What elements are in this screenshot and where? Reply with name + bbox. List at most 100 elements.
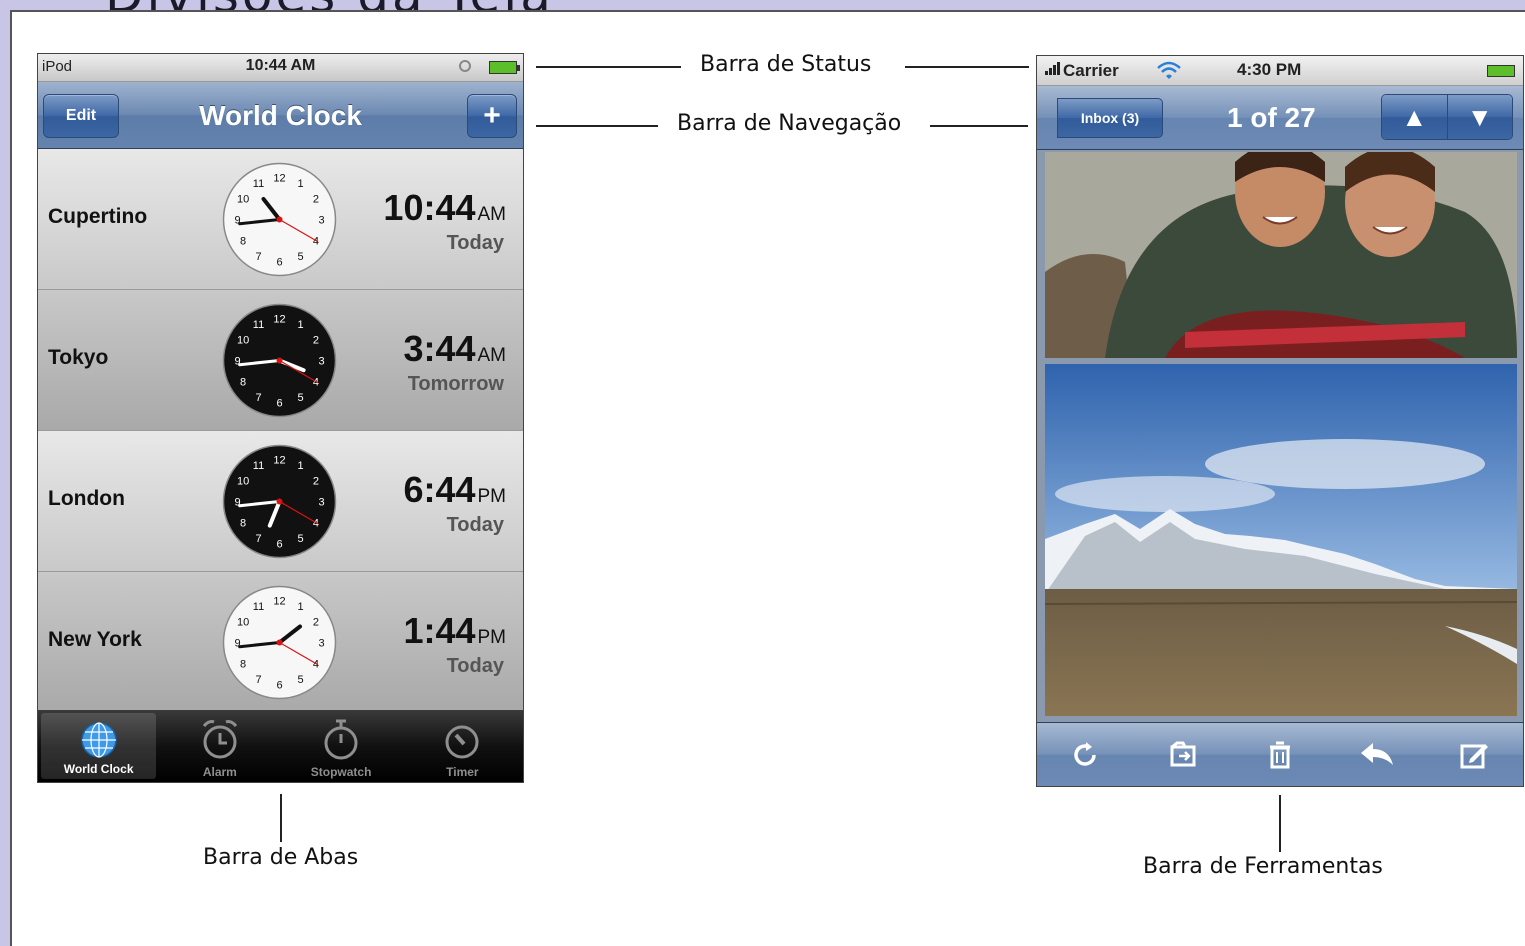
tab-stopwatch[interactable]: Stopwatch — [280, 710, 401, 782]
day-label: Today — [446, 232, 504, 254]
analog-clock-icon: 12 1 2 3 4 5 6 7 8 9 10 11 — [221, 584, 338, 701]
carrier-label: Carrier — [1063, 61, 1119, 80]
svg-text:11: 11 — [253, 178, 264, 190]
photo-two-women-icon[interactable] — [1045, 152, 1517, 358]
message-counter: 1 of 27 — [1227, 102, 1316, 133]
tab-label: Alarm — [202, 765, 237, 779]
wifi-icon — [1155, 59, 1183, 86]
nav-title: World Clock — [199, 100, 362, 131]
status-bar: iPod 10:44 AM — [38, 54, 523, 82]
local-time: 3:44 AM — [403, 328, 506, 370]
svg-text:12: 12 — [273, 173, 285, 185]
nav-bar-leader-left — [536, 125, 658, 127]
navigation-bar: Edit World Clock + — [38, 82, 523, 149]
svg-text:10: 10 — [237, 194, 249, 206]
compose-icon[interactable] — [1454, 735, 1494, 775]
svg-text:7: 7 — [255, 251, 261, 263]
tab-label: Stopwatch — [310, 765, 372, 779]
move-to-folder-icon[interactable] — [1163, 735, 1203, 775]
message-nav-segment: ▲ ▼ — [1381, 94, 1513, 140]
battery-icon — [489, 61, 520, 74]
status-time: 4:30 PM — [1237, 60, 1302, 79]
svg-text:3: 3 — [318, 638, 324, 650]
svg-text:7: 7 — [255, 674, 261, 686]
toolbar — [1037, 722, 1523, 786]
tab-bar-annotation: Barra de Abas — [203, 845, 359, 870]
reply-icon[interactable] — [1357, 735, 1397, 775]
svg-text:1: 1 — [297, 319, 303, 331]
svg-text:12: 12 — [273, 596, 285, 608]
svg-text:7: 7 — [255, 533, 261, 545]
tab-alarm[interactable]: Alarm — [159, 710, 280, 782]
analog-clock-icon: 12 1 2 3 4 5 6 7 8 9 10 11 — [221, 302, 338, 419]
city-name: Tokyo — [48, 346, 109, 369]
tab-bar-leader — [280, 794, 282, 842]
clock-row[interactable]: London 12 1 2 3 4 5 6 7 8 9 10 11 6:44 PM Today — [38, 431, 523, 572]
timer-icon — [442, 718, 482, 763]
svg-text:5: 5 — [297, 533, 303, 545]
am-pm-label: PM — [477, 486, 507, 507]
trash-icon[interactable] — [1260, 735, 1300, 775]
svg-text:6: 6 — [276, 539, 282, 551]
svg-text:8: 8 — [240, 659, 246, 671]
svg-text:12: 12 — [273, 455, 285, 467]
svg-text:5: 5 — [297, 392, 303, 404]
clock-row[interactable]: Cupertino 12 1 2 3 4 5 6 7 8 9 10 11 10:44 AM Today — [38, 149, 523, 290]
signal-icon — [1045, 61, 1060, 75]
svg-text:2: 2 — [313, 194, 319, 206]
navigation-bar: Inbox (3) 1 of 27 ▲ ▼ — [1037, 86, 1523, 150]
inbox-back-button[interactable]: Inbox (3) — [1057, 98, 1163, 138]
tab-timer[interactable]: Timer — [402, 710, 523, 782]
refresh-icon[interactable] — [1066, 735, 1106, 775]
svg-text:8: 8 — [240, 377, 246, 389]
day-label: Today — [446, 655, 504, 677]
clock-row[interactable]: New York 12 1 2 3 4 5 6 7 8 9 10 11 1:44 PM Today — [38, 572, 523, 713]
svg-text:10: 10 — [237, 476, 249, 488]
photo-mountain-landscape-icon[interactable] — [1045, 364, 1517, 716]
svg-text:8: 8 — [240, 518, 246, 530]
am-pm-label: AM — [477, 345, 507, 366]
world-clock-screen: iPod 10:44 AM Edit World Clock + Cuperti… — [37, 53, 524, 783]
next-message-button[interactable]: ▼ — [1446, 95, 1512, 139]
time-value: 1:44 — [403, 610, 476, 651]
city-name: Cupertino — [48, 205, 148, 228]
local-time: 1:44 PM — [403, 610, 506, 652]
previous-message-button[interactable]: ▲ — [1382, 95, 1447, 139]
local-time: 6:44 PM — [403, 469, 506, 511]
status-bar: Carrier 4:30 PM — [1037, 56, 1523, 86]
status-bar-leader-right — [905, 66, 1029, 68]
svg-text:2: 2 — [313, 476, 319, 488]
tab-label: Timer — [446, 765, 479, 779]
svg-text:10: 10 — [237, 335, 249, 347]
city-name: New York — [48, 628, 142, 651]
toolbar-annotation: Barra de Ferramentas — [1143, 854, 1383, 879]
svg-text:6: 6 — [276, 398, 282, 410]
svg-text:6: 6 — [276, 680, 282, 692]
svg-text:1: 1 — [297, 601, 303, 613]
local-time: 10:44 AM — [383, 187, 506, 229]
toolbar-leader — [1279, 795, 1281, 852]
time-value: 6:44 — [403, 469, 476, 510]
city-name: London — [48, 487, 125, 510]
svg-text:2: 2 — [313, 335, 319, 347]
time-value: 3:44 — [403, 328, 476, 369]
status-bar-annotation: Barra de Status — [700, 52, 872, 77]
svg-text:1: 1 — [297, 178, 303, 190]
svg-text:7: 7 — [255, 392, 261, 404]
svg-text:3: 3 — [318, 356, 324, 368]
svg-text:5: 5 — [297, 674, 303, 686]
tab-bar: World Clock Alarm Stopwatch Timer — [38, 710, 523, 782]
day-label: Tomorrow — [407, 373, 504, 395]
svg-text:5: 5 — [297, 251, 303, 263]
svg-text:11: 11 — [253, 601, 264, 613]
svg-text:8: 8 — [240, 236, 246, 248]
battery-icon — [1487, 65, 1515, 77]
analog-clock-icon: 12 1 2 3 4 5 6 7 8 9 10 11 — [221, 161, 338, 278]
add-button[interactable]: + — [467, 94, 517, 138]
svg-text:3: 3 — [318, 497, 324, 509]
am-pm-label: AM — [477, 204, 507, 225]
mail-message-screen: Carrier 4:30 PM Inbox (3) 1 of 27 ▲ ▼ — [1036, 55, 1524, 787]
tab-world-clock[interactable]: World Clock — [41, 713, 157, 779]
am-pm-label: PM — [477, 627, 507, 648]
clock-row[interactable]: Tokyo 12 1 2 3 4 5 6 7 8 9 10 11 3:44 AM Tomorrow — [38, 290, 523, 431]
